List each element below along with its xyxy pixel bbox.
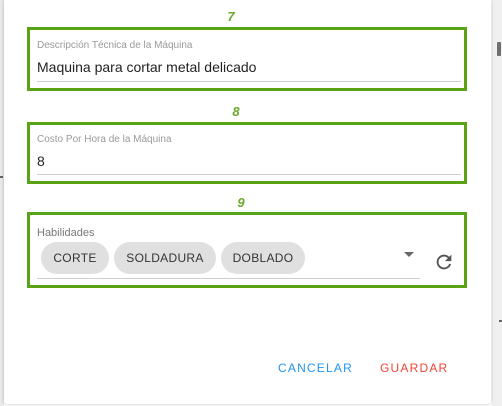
skill-chip[interactable]: CORTE (41, 242, 109, 274)
skills-underline (37, 278, 420, 279)
backdrop-right (492, 0, 502, 406)
chevron-down-icon[interactable] (404, 252, 414, 257)
description-label: Descripción Técnica de la Máquina (37, 40, 193, 51)
skills-label: Habilidades (37, 227, 95, 239)
skills-field-highlight: Habilidades CORTE SOLDADURA DOBLADO (27, 212, 467, 288)
cost-label: Costo Por Hora de la Máquina (37, 134, 172, 145)
cost-field-highlight: Costo Por Hora de la Máquina (27, 122, 467, 184)
backdrop-mark (0, 176, 3, 178)
scrollbar-thumb[interactable] (497, 42, 501, 56)
annotation-number: 8 (232, 104, 240, 119)
cancel-button[interactable]: CANCELAR (278, 361, 353, 375)
annotation-number: 7 (227, 9, 235, 24)
annotation-number: 9 (237, 195, 245, 210)
description-field-highlight: Descripción Técnica de la Máquina (27, 27, 467, 91)
skill-chip[interactable]: DOBLADO (221, 242, 305, 274)
save-button[interactable]: GUARDAR (380, 361, 448, 375)
description-input[interactable] (37, 59, 457, 75)
machine-dialog: 7 Descripción Técnica de la Máquina 8 Co… (4, 0, 491, 404)
cost-input[interactable] (37, 153, 457, 169)
skill-chip[interactable]: SOLDADURA (114, 242, 216, 274)
description-underline (37, 81, 461, 82)
refresh-icon[interactable] (433, 251, 455, 273)
cost-underline (37, 174, 461, 175)
